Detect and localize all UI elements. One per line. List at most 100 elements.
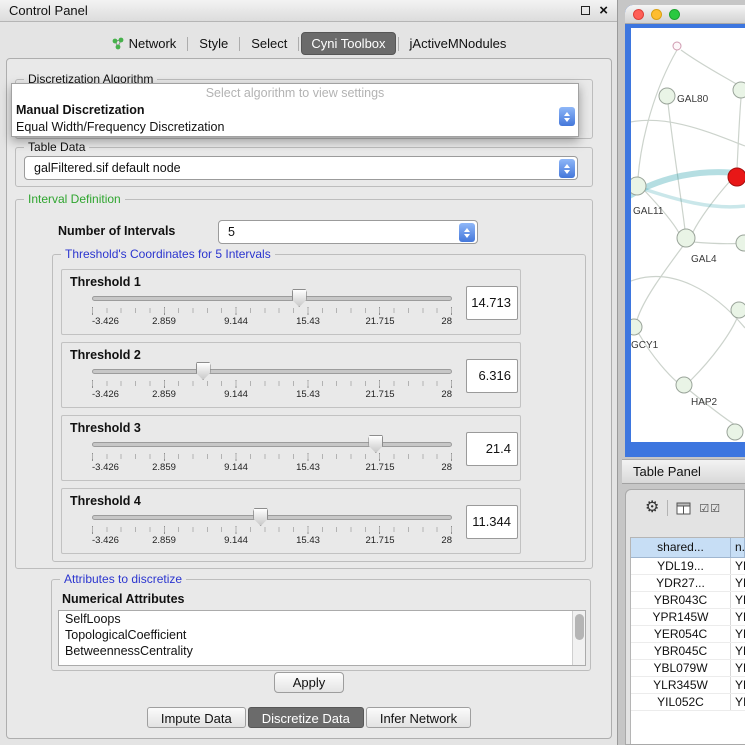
cell-name[interactable]: YDR2... bbox=[731, 575, 745, 591]
node-gal11[interactable] bbox=[631, 177, 646, 195]
slider-thumb[interactable] bbox=[196, 362, 211, 380]
cell-shared-name[interactable]: YPR145W bbox=[631, 609, 731, 625]
table-row[interactable]: YDL19... YDL1... bbox=[631, 558, 745, 575]
slider-track[interactable] bbox=[92, 369, 452, 374]
scrollbar-thumb[interactable] bbox=[575, 614, 584, 640]
scale-label: 21.715 bbox=[365, 462, 394, 473]
table-row[interactable]: YLR345W YLR3... bbox=[631, 677, 745, 694]
threshold-2-slider[interactable]: -3.426 2.859 9.144 15.43 21.715 28 bbox=[92, 361, 452, 401]
slider-track[interactable] bbox=[92, 442, 452, 447]
cell-name[interactable]: YDL1... bbox=[731, 558, 745, 574]
scale-label: 9.144 bbox=[224, 389, 248, 400]
cell-shared-name[interactable]: YBL079W bbox=[631, 660, 731, 676]
table-row[interactable]: YPR145W YPR1... bbox=[631, 609, 745, 626]
slider-track[interactable] bbox=[92, 515, 452, 520]
cell-shared-name[interactable]: YBR045C bbox=[631, 643, 731, 659]
table-row[interactable]: YBR043C YBR0... bbox=[631, 592, 745, 609]
threshold-4-value-field[interactable]: 11.344 bbox=[466, 505, 518, 539]
float-window-icon[interactable] bbox=[581, 6, 590, 15]
table-row[interactable]: YIL052C YIL0... bbox=[631, 694, 745, 711]
threshold-3-value-field[interactable]: 21.4 bbox=[466, 432, 518, 466]
cell-shared-name[interactable]: YDR27... bbox=[631, 575, 731, 591]
cell-name[interactable]: YBR0... bbox=[731, 643, 745, 659]
group-title: Threshold's Coordinates for 5 Intervals bbox=[61, 247, 275, 261]
node-gcy1[interactable] bbox=[631, 319, 642, 335]
node-label-gal11: GAL11 bbox=[633, 206, 664, 217]
node-clipped[interactable] bbox=[731, 302, 745, 318]
list-item[interactable]: SelfLoops bbox=[59, 611, 585, 627]
cell-shared-name[interactable]: YIL052C bbox=[631, 694, 731, 710]
table-data-dropdown[interactable]: galFiltered.sif default node bbox=[24, 156, 578, 180]
cell-name[interactable]: YER0... bbox=[731, 626, 745, 642]
node-selected-red[interactable] bbox=[728, 168, 745, 186]
network-view-window: GAL80 GAL11 GAL4 GCY1 HAP2 bbox=[625, 5, 745, 457]
node-hap2[interactable] bbox=[676, 377, 692, 393]
column-header-shared-name[interactable]: shared... bbox=[631, 538, 731, 558]
list-scrollbar[interactable] bbox=[572, 611, 585, 665]
tab-impute-data[interactable]: Impute Data bbox=[147, 707, 246, 728]
cell-shared-name[interactable]: YLR345W bbox=[631, 677, 731, 693]
scale-label: 2.859 bbox=[152, 389, 176, 400]
control-panel-tabbar: Network Style Select Cyni Toolbox jActiv… bbox=[0, 31, 617, 56]
tab-infer-network[interactable]: Infer Network bbox=[366, 707, 471, 728]
desktop: Control Panel × Network Style bbox=[0, 0, 745, 745]
number-of-intervals-label: Number of Intervals bbox=[58, 224, 175, 238]
slider-thumb[interactable] bbox=[292, 289, 307, 307]
algorithm-dropdown-button[interactable] bbox=[559, 107, 575, 126]
threshold-2-value-field[interactable]: 6.316 bbox=[466, 359, 518, 393]
group-title: Table Data bbox=[24, 140, 89, 154]
node-gal80[interactable] bbox=[659, 88, 675, 104]
node-clipped[interactable] bbox=[733, 82, 745, 98]
cell-name[interactable]: YBL0... bbox=[731, 660, 745, 676]
node-clipped[interactable] bbox=[736, 235, 745, 251]
node-small-pink[interactable] bbox=[673, 42, 681, 50]
cell-shared-name[interactable]: YBR043C bbox=[631, 592, 731, 608]
tab-style[interactable]: Style bbox=[190, 33, 237, 54]
threshold-3-slider[interactable]: -3.426 2.859 9.144 15.43 21.715 28 bbox=[92, 434, 452, 474]
minimize-button[interactable] bbox=[651, 9, 662, 20]
tab-jactivemnodules[interactable]: jActiveMNodules bbox=[401, 33, 516, 54]
close-button[interactable] bbox=[633, 9, 644, 20]
cell-name[interactable]: YIL0... bbox=[731, 694, 745, 710]
threshold-4-slider[interactable]: -3.426 2.859 9.144 15.43 21.715 28 bbox=[92, 507, 452, 547]
table-panel-window: ⚙ ☑☑ shared... n... YDL19... YDL1... YDR… bbox=[625, 489, 745, 745]
node-clipped[interactable] bbox=[727, 424, 743, 440]
tab-network[interactable]: Network bbox=[102, 33, 186, 54]
network-canvas[interactable]: GAL80 GAL11 GAL4 GCY1 HAP2 bbox=[631, 28, 745, 442]
number-of-intervals-dropdown[interactable]: 5 bbox=[218, 220, 478, 244]
table-row[interactable]: YBR045C YBR0... bbox=[631, 643, 745, 660]
threshold-1-value-field[interactable]: 14.713 bbox=[466, 286, 518, 320]
scale-label: 9.144 bbox=[224, 462, 248, 473]
close-icon[interactable]: × bbox=[599, 6, 608, 16]
tab-discretize-data[interactable]: Discretize Data bbox=[248, 707, 364, 728]
number-of-intervals-button[interactable] bbox=[459, 223, 475, 242]
slider-thumb[interactable] bbox=[253, 508, 268, 526]
gear-icon[interactable]: ⚙ bbox=[645, 500, 659, 516]
slider-minor-ticks bbox=[92, 308, 452, 313]
zoom-button[interactable] bbox=[669, 9, 680, 20]
cell-name[interactable]: YPR1... bbox=[731, 609, 745, 625]
column-header-name[interactable]: n... bbox=[731, 538, 745, 558]
slider-track[interactable] bbox=[92, 296, 452, 301]
list-item[interactable]: TopologicalCoefficient bbox=[59, 627, 585, 643]
columns-icon[interactable] bbox=[676, 502, 691, 515]
node-gal4[interactable] bbox=[677, 229, 695, 247]
table-data-dropdown-button[interactable] bbox=[559, 159, 575, 178]
table-row[interactable]: YBL079W YBL0... bbox=[631, 660, 745, 677]
slider-thumb[interactable] bbox=[368, 435, 383, 453]
table-row[interactable]: YER054C YER0... bbox=[631, 626, 745, 643]
option-equal-width-frequency[interactable]: Equal Width/Frequency Discretization bbox=[12, 119, 578, 136]
table-row[interactable]: YDR27... YDR2... bbox=[631, 575, 745, 592]
cell-shared-name[interactable]: YER054C bbox=[631, 626, 731, 642]
cell-name[interactable]: YLR3... bbox=[731, 677, 745, 693]
tab-select[interactable]: Select bbox=[242, 33, 296, 54]
group-title: Attributes to discretize bbox=[60, 572, 186, 586]
option-manual-discretization[interactable]: Manual Discretization bbox=[12, 102, 578, 119]
apply-button[interactable]: Apply bbox=[274, 672, 344, 693]
cell-name[interactable]: YBR0... bbox=[731, 592, 745, 608]
threshold-1-slider[interactable]: -3.426 2.859 9.144 15.43 21.715 28 bbox=[92, 288, 452, 328]
list-item[interactable]: BetweennessCentrality bbox=[59, 643, 585, 659]
select-columns-icons[interactable]: ☑☑ bbox=[699, 502, 721, 515]
tab-cyni-toolbox[interactable]: Cyni Toolbox bbox=[301, 32, 395, 55]
cell-shared-name[interactable]: YDL19... bbox=[631, 558, 731, 574]
